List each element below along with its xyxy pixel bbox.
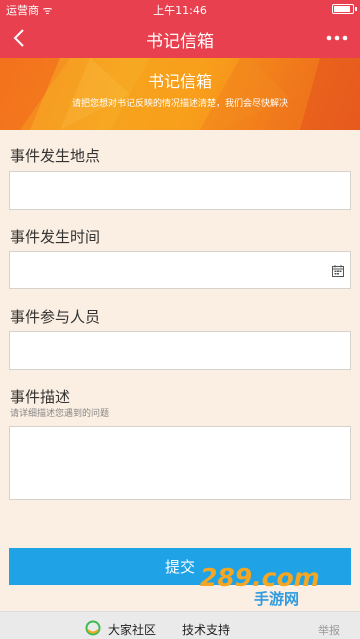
footer-bar: 大家社区 技术支持 举报 bbox=[0, 611, 360, 639]
banner-subtitle: 请把您想对书记反映的情况描述清楚，我们会尽快解决 bbox=[71, 99, 288, 109]
description-label: 事件描述 bbox=[10, 388, 71, 406]
description-textarea[interactable] bbox=[9, 426, 351, 500]
time-input[interactable] bbox=[9, 251, 351, 289]
location-input[interactable] bbox=[9, 171, 351, 210]
people-input[interactable] bbox=[9, 331, 351, 370]
community-link[interactable]: 大家社区 bbox=[108, 621, 156, 638]
status-time: 上午11:46 bbox=[153, 4, 207, 17]
people-label: 事件参与人员 bbox=[10, 308, 101, 326]
battery-tip bbox=[355, 7, 357, 11]
location-label: 事件发生地点 bbox=[10, 147, 101, 165]
report-link[interactable]: 举报 bbox=[318, 622, 340, 638]
watermark-text: 289.com bbox=[200, 563, 320, 592]
nav-bar: 书记信箱 bbox=[0, 18, 360, 58]
community-logo-icon bbox=[85, 620, 101, 636]
header-banner: 书记信箱 请把您想对书记反映的情况描述清楚，我们会尽快解决 bbox=[0, 58, 360, 130]
watermark-logo: 289.com 手游网 bbox=[200, 563, 320, 606]
page-title: 书记信箱 bbox=[146, 32, 214, 52]
watermark-subtext: 手游网 bbox=[254, 590, 299, 606]
battery-icon bbox=[332, 4, 354, 14]
time-label: 事件发生时间 bbox=[10, 228, 101, 246]
calendar-icon[interactable] bbox=[332, 265, 344, 277]
support-link[interactable]: 技术支持 bbox=[182, 621, 230, 638]
more-button[interactable] bbox=[322, 24, 352, 52]
status-bar: 运营商 ᯤ 上午11:46 bbox=[0, 0, 360, 18]
description-hint: 请详细描述您遇到的问题 bbox=[10, 409, 110, 419]
ellipsis-icon bbox=[326, 35, 348, 41]
banner-title: 书记信箱 bbox=[147, 72, 212, 91]
